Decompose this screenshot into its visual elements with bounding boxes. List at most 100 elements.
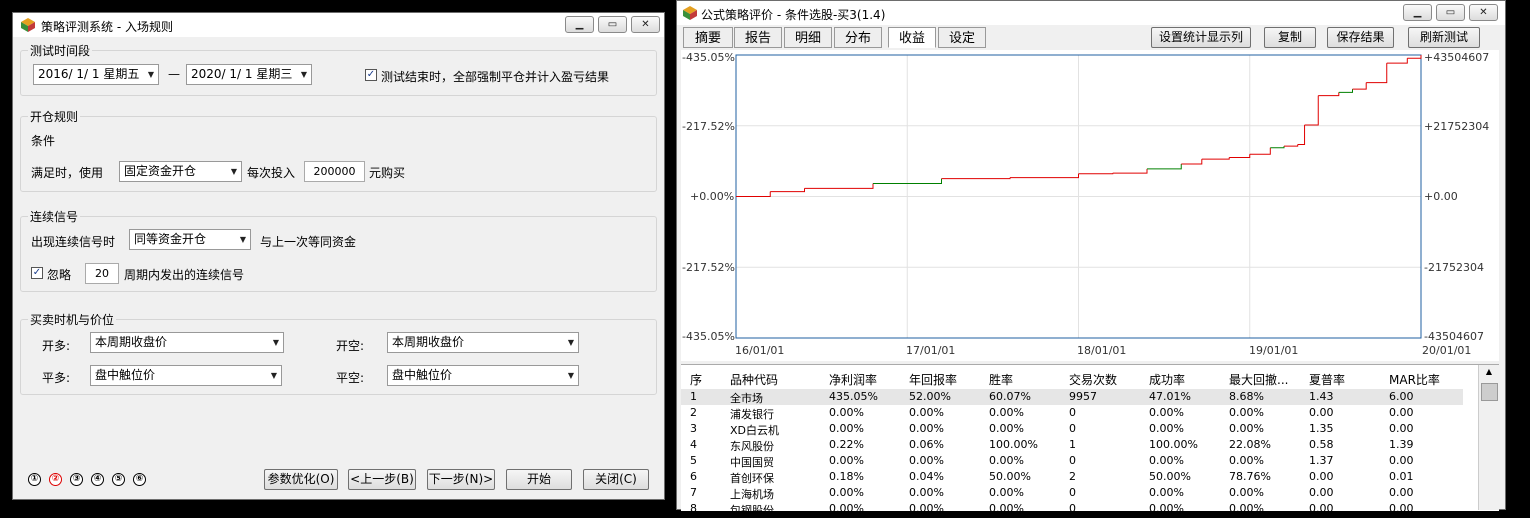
- start-button[interactable]: 开始: [506, 469, 572, 490]
- next-step-button[interactable]: 下一步(N)>: [427, 469, 495, 490]
- col-header-code[interactable]: 品种代码: [730, 371, 778, 388]
- x-tick-label: 20/01/01: [1422, 344, 1472, 357]
- close-button[interactable]: 关闭(C): [583, 469, 649, 490]
- test-period-label: 测试时间段: [28, 42, 93, 59]
- refresh-test-button[interactable]: 刷新测试: [1408, 27, 1480, 48]
- continuous-mode-select[interactable]: 同等资金开仓 ▼: [129, 229, 251, 250]
- col-header-net-profit[interactable]: 净利润率: [829, 371, 877, 388]
- close-long-select[interactable]: 盘中触位价 ▼: [90, 365, 282, 386]
- minimize-button[interactable]: ▁: [1403, 4, 1432, 21]
- table-cell: 0: [1069, 454, 1076, 467]
- y-left-tick-label: -435.05%: [682, 51, 735, 64]
- y-right-tick-label: -43504607: [1424, 330, 1484, 343]
- table-row[interactable]: 4 东风股份 0.22% 0.06% 100.00% 1 100.00% 22.08% 0.58…: [681, 437, 1463, 453]
- col-header-annual-return[interactable]: 年回报率: [909, 371, 957, 388]
- table-cell: 0.00%: [829, 454, 864, 467]
- optimize-button[interactable]: 参数优化(O): [264, 469, 338, 490]
- period-input[interactable]: 20: [85, 263, 119, 284]
- table-cell: 22.08%: [1229, 438, 1271, 451]
- table-cell: 1.43: [1309, 390, 1334, 403]
- table-row[interactable]: 7 上海机场 0.00% 0.00% 0.00% 0 0.00% 0.00% 0.00 0.00: [681, 485, 1463, 501]
- table-cell: 0.00%: [829, 422, 864, 435]
- table-scrollbar[interactable]: ▲: [1478, 365, 1499, 510]
- close-short-select[interactable]: 盘中触位价 ▼: [387, 365, 579, 386]
- col-header-mar[interactable]: MAR比率: [1389, 371, 1440, 388]
- table-row[interactable]: 8 包钢股份 0.00% 0.00% 0.00% 0 0.00% 0.00% 0.00 0.00: [681, 501, 1463, 517]
- ignore-checkbox[interactable]: ✓: [31, 267, 43, 279]
- tab-settings[interactable]: 设定: [938, 27, 986, 48]
- open-long-select[interactable]: 本周期收盘价 ▼: [90, 332, 284, 353]
- scroll-up-icon[interactable]: ▲: [1481, 367, 1497, 381]
- table-cell: 0.00: [1389, 454, 1414, 467]
- table-cell: 0.00%: [989, 406, 1024, 419]
- end-date-picker[interactable]: 2020/ 1/ 1 星期三 ▼: [186, 64, 312, 85]
- col-header-win-rate[interactable]: 胜率: [989, 371, 1013, 388]
- close-window-button[interactable]: ✕: [1469, 4, 1498, 21]
- table-cell: 6.00: [1389, 390, 1414, 403]
- col-header-max-drawdown[interactable]: 最大回撤...: [1229, 371, 1288, 388]
- y-left-tick-label: -217.52%: [682, 261, 735, 274]
- table-cell: 47.01%: [1149, 390, 1191, 403]
- title-bar[interactable]: 公式策略评价 - 条件选股-买3(1.4) ▁ ▭ ✕: [677, 1, 1505, 25]
- table-cell: 4: [690, 438, 697, 451]
- col-header-success-rate[interactable]: 成功率: [1149, 371, 1185, 388]
- tab-returns[interactable]: 收益: [888, 27, 936, 48]
- chevron-down-icon: ▼: [230, 167, 237, 176]
- title-bar[interactable]: 策略评测系统 - 入场规则 ▁ ▭ ✕: [13, 13, 664, 37]
- table-cell: 6: [690, 470, 697, 483]
- close-all-checkbox[interactable]: ✓: [365, 69, 377, 81]
- table-row[interactable]: 2 浦发银行 0.00% 0.00% 0.00% 0 0.00% 0.00% 0.00 0.00: [681, 405, 1463, 421]
- maximize-button[interactable]: ▭: [598, 16, 627, 33]
- table-cell: 0.00%: [909, 486, 944, 499]
- tab-report[interactable]: 报告: [734, 27, 782, 48]
- tab-summary[interactable]: 摘要: [683, 27, 733, 48]
- step-2-indicator[interactable]: ②: [49, 473, 62, 486]
- maximize-button[interactable]: ▭: [1436, 4, 1465, 21]
- step-3-indicator[interactable]: ③: [70, 473, 83, 486]
- table-row[interactable]: 6 首创环保 0.18% 0.04% 50.00% 2 50.00% 78.76% 0.00 0.…: [681, 469, 1463, 485]
- step-1-indicator[interactable]: ①: [28, 473, 41, 486]
- y-right-tick-label: +21752304: [1424, 120, 1490, 133]
- table-cell: 0.22%: [829, 438, 864, 451]
- table-cell: 0.00%: [1229, 406, 1264, 419]
- chevron-down-icon: ▼: [300, 70, 307, 79]
- step-5-indicator[interactable]: ⑤: [112, 473, 125, 486]
- copy-button[interactable]: 复制: [1264, 27, 1316, 48]
- table-cell: 0.00: [1389, 486, 1414, 499]
- step-4-indicator[interactable]: ④: [91, 473, 104, 486]
- start-date-picker[interactable]: 2016/ 1/ 1 星期五 ▼: [33, 64, 159, 85]
- chevron-down-icon: ▼: [147, 70, 154, 79]
- table-cell: 中国国贸: [730, 456, 774, 469]
- period-label: 周期内发出的连续信号: [124, 268, 245, 282]
- table-row[interactable]: 1 全市场 435.05% 52.00% 60.07% 9957 47.01% 8.68% 1.…: [681, 389, 1463, 405]
- chevron-down-icon: ▼: [272, 338, 279, 347]
- table-cell: 2: [690, 406, 697, 419]
- table-cell: 60.07%: [989, 390, 1031, 403]
- tab-distribution[interactable]: 分布: [834, 27, 882, 48]
- table-cell: 0.04%: [909, 470, 944, 483]
- close-window-button[interactable]: ✕: [631, 16, 660, 33]
- col-header-index[interactable]: 序: [690, 371, 702, 388]
- scroll-thumb[interactable]: [1481, 383, 1498, 401]
- step-6-indicator[interactable]: ⑥: [133, 473, 146, 486]
- col-header-sharpe[interactable]: 夏普率: [1309, 371, 1345, 388]
- prev-step-button[interactable]: <上一步(B): [348, 469, 416, 490]
- table-cell: 0.00%: [1229, 502, 1264, 515]
- table-row[interactable]: 3 XD白云机 0.00% 0.00% 0.00% 0 0.00% 0.00% 1.35 0.00: [681, 421, 1463, 437]
- table-cell: 2: [1069, 470, 1076, 483]
- table-cell: 8.68%: [1229, 390, 1264, 403]
- minimize-button[interactable]: ▁: [565, 16, 594, 33]
- table-row[interactable]: 5 中国国贸 0.00% 0.00% 0.00% 0 0.00% 0.00% 1.37 0.00: [681, 453, 1463, 469]
- set-columns-button[interactable]: 设置统计显示列: [1151, 27, 1251, 48]
- tab-details[interactable]: 明细: [784, 27, 832, 48]
- amount-input[interactable]: 200000: [304, 161, 365, 182]
- col-header-trade-count[interactable]: 交易次数: [1069, 371, 1117, 388]
- save-results-button[interactable]: 保存结果: [1327, 27, 1394, 48]
- open-mode-select[interactable]: 固定资金开仓 ▼: [119, 161, 242, 182]
- table-cell: 1.39: [1389, 438, 1414, 451]
- open-short-select[interactable]: 本周期收盘价 ▼: [387, 332, 579, 353]
- table-cell: 1.35: [1309, 422, 1334, 435]
- x-tick-label: 18/01/01: [1077, 344, 1127, 357]
- table-cell: 0.00%: [909, 422, 944, 435]
- table-cell: 0.00: [1309, 470, 1334, 483]
